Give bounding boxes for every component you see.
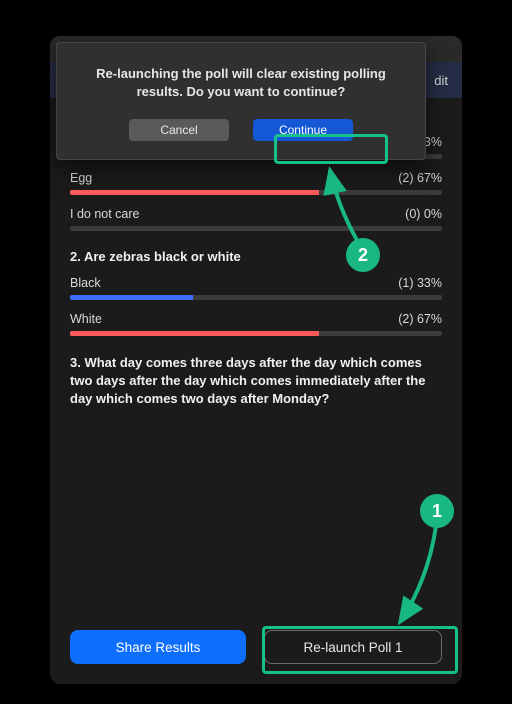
option-label: White <box>70 312 102 326</box>
progress-bar <box>70 226 442 231</box>
cancel-button[interactable]: Cancel <box>129 119 229 141</box>
option-stat: (2) 67% <box>398 312 442 326</box>
option-stat: (2) 67% <box>398 171 442 185</box>
footer: Share Results Re-launch Poll 1 <box>50 620 462 684</box>
poll-option: Egg (2) 67% <box>70 171 442 195</box>
option-label: Black <box>70 276 101 290</box>
share-results-button[interactable]: Share Results <box>70 630 246 664</box>
option-label: I do not care <box>70 207 140 221</box>
option-label: Egg <box>70 171 92 185</box>
continue-button[interactable]: Continue <box>253 119 353 141</box>
progress-bar <box>70 331 442 336</box>
option-stat: (1) 33% <box>398 276 442 290</box>
poll-option: White (2) 67% <box>70 312 442 336</box>
poll-content: 1. What came first Chicken (1) 33% Egg (… <box>50 98 462 620</box>
dialog-message: Re-launching the poll will clear existin… <box>83 65 399 101</box>
option-stat: (0) 0% <box>405 207 442 221</box>
relaunch-poll-button[interactable]: Re-launch Poll 1 <box>264 630 442 664</box>
progress-bar <box>70 190 442 195</box>
poll-option: I do not care (0) 0% <box>70 207 442 231</box>
poll-option: Black (1) 33% <box>70 276 442 300</box>
question-title: 3. What day comes three days after the d… <box>70 354 442 409</box>
question-title: 2. Are zebras black or white <box>70 249 442 264</box>
toolbar-right-fragment[interactable]: dit <box>434 73 448 88</box>
confirm-dialog: Re-launching the poll will clear existin… <box>56 42 426 160</box>
progress-bar <box>70 295 442 300</box>
